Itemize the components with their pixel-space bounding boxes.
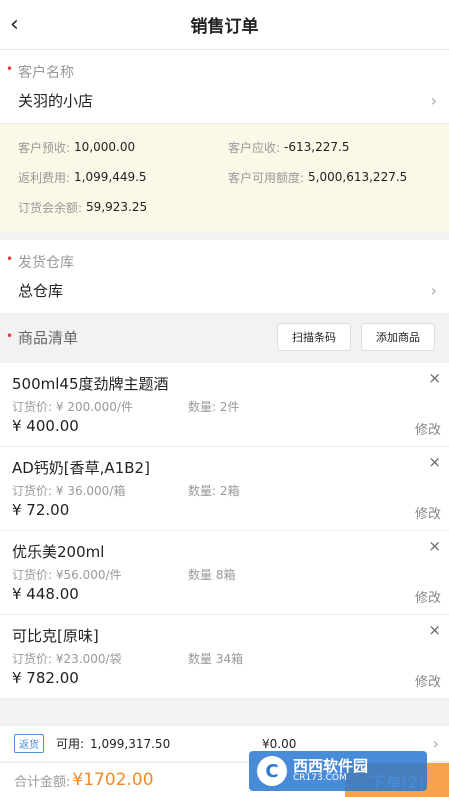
balance-value: 59,923.25 <box>86 200 148 214</box>
sum-value: ¥1702.00 <box>72 770 154 790</box>
item-price: 订货价: ¥23.000/袋 <box>12 652 122 666</box>
item-price: 订货价: ¥ 200.000/件 <box>12 400 133 414</box>
item-price: 订货价: ¥ 36.000/箱 <box>12 484 126 498</box>
goods-header: • 商品清单 扫描条码 添加商品 <box>0 313 449 359</box>
item-total: ¥ 72.00 <box>12 501 70 519</box>
warehouse-value: 总仓库 <box>18 282 64 300</box>
item-name: 500ml45度劲牌主题酒 <box>12 375 169 393</box>
edit-button[interactable]: 修改 <box>415 587 441 606</box>
available-value: 1,099,317.50 <box>90 736 171 751</box>
watermark: C 西西软件园 CR173.COM <box>249 751 427 791</box>
customer-field[interactable]: • 客户名称 关羽的小店 › <box>0 50 449 123</box>
rebate-label: 返利费用: <box>18 170 71 185</box>
chevron-right-icon: › <box>432 734 439 753</box>
edit-button[interactable]: 修改 <box>415 671 441 690</box>
item-name: AD钙奶[香草,A1B2] <box>12 459 150 477</box>
return-tag: 返货 <box>14 734 44 753</box>
close-icon[interactable]: × <box>428 621 441 639</box>
app-header: ‹ 销售订单 <box>0 0 449 50</box>
required-mark: • <box>6 329 14 343</box>
chevron-right-icon: › <box>430 281 437 300</box>
item-qty: 数量 8箱 <box>188 568 236 582</box>
item-name: 可比克[原味] <box>12 627 99 645</box>
item-qty: 数量 34箱 <box>188 652 244 666</box>
required-mark: • <box>6 252 14 266</box>
sum-label: 合计金额: <box>14 774 71 790</box>
prepaid-label: 客户预收: <box>18 140 71 155</box>
item-total: ¥ 448.00 <box>12 585 79 603</box>
item-name: 优乐美200ml <box>12 543 105 561</box>
close-icon[interactable]: × <box>428 537 441 555</box>
amount-value: ¥0.00 <box>262 736 297 751</box>
close-icon[interactable]: × <box>428 369 441 387</box>
list-item: 优乐美200ml 订货价: ¥56.000/件 数量 8箱 ¥ 448.00 ×… <box>0 531 449 615</box>
customer-label: 客户名称 <box>18 65 74 81</box>
list-item: 500ml45度劲牌主题酒 订货价: ¥ 200.000/件 数量: 2件 ¥ … <box>0 363 449 447</box>
scan-barcode-button[interactable]: 扫描条码 <box>277 323 351 351</box>
available-credit-label: 客户可用额度: <box>228 170 305 185</box>
item-qty: 数量: 2件 <box>188 400 240 414</box>
receivable-label: 客户应收: <box>228 140 281 155</box>
prepaid-value: 10,000.00 <box>74 140 136 154</box>
edit-button[interactable]: 修改 <box>415 419 441 438</box>
customer-value: 关羽的小店 <box>18 92 94 110</box>
divider <box>0 232 449 240</box>
list-item: 可比克[原味] 订货价: ¥23.000/袋 数量 34箱 ¥ 782.00 ×… <box>0 615 449 699</box>
add-goods-button[interactable]: 添加商品 <box>361 323 435 351</box>
credit-panel: 客户预收: 10,000.00 客户应收: -613,227.5 返利费用: 1… <box>0 123 449 232</box>
chevron-right-icon: › <box>430 91 437 110</box>
item-total: ¥ 400.00 <box>12 417 79 435</box>
watermark-text: 西西软件园 <box>293 756 369 775</box>
warehouse-field[interactable]: • 发货仓库 总仓库 › <box>0 240 449 313</box>
watermark-sub: CR173.COM <box>293 773 347 784</box>
required-mark: • <box>6 62 14 76</box>
balance-label: 订货会余额: <box>18 200 83 215</box>
goods-list: 500ml45度劲牌主题酒 订货价: ¥ 200.000/件 数量: 2件 ¥ … <box>0 363 449 699</box>
item-qty: 数量: 2箱 <box>188 484 240 498</box>
receivable-value: -613,227.5 <box>284 140 350 154</box>
item-total: ¥ 782.00 <box>12 669 79 687</box>
available-credit-value: 5,000,613,227.5 <box>308 170 408 184</box>
goods-title: 商品清单 <box>18 328 79 347</box>
available-label: 可用: <box>56 737 85 751</box>
edit-button[interactable]: 修改 <box>415 503 441 522</box>
list-item: AD钙奶[香草,A1B2] 订货价: ¥ 36.000/箱 数量: 2箱 ¥ 7… <box>0 447 449 531</box>
rebate-value: 1,099,449.5 <box>74 170 147 184</box>
back-chevron-icon[interactable]: ‹ <box>10 12 34 38</box>
close-icon[interactable]: × <box>428 453 441 471</box>
watermark-logo-icon: C <box>257 756 287 786</box>
warehouse-label: 发货仓库 <box>18 255 74 271</box>
item-price: 订货价: ¥56.000/件 <box>12 568 122 582</box>
page-title: 销售订单 <box>190 17 259 37</box>
